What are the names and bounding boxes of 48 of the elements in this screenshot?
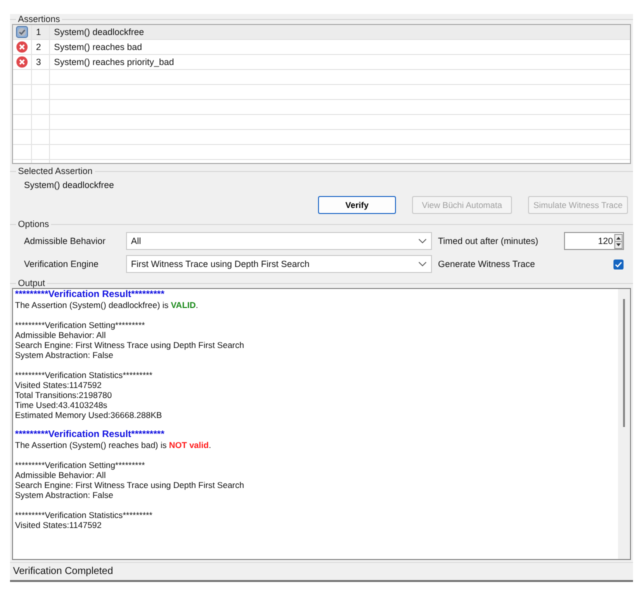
output-line: Search Engine: First Witness Trace using Depth First Search (15, 340, 246, 350)
output-line: *********Verification Setting********* (15, 320, 146, 330)
table-cell: 3 (32, 55, 50, 69)
output-heading: *********Verification Result********* (15, 290, 166, 300)
group-title: Options (17, 219, 50, 229)
behavior-dropdown[interactable]: All (126, 232, 432, 250)
group-title: Assertions (17, 14, 62, 24)
field-label: Generate Witness Trace (438, 259, 536, 269)
scrollbar-thumb[interactable] (623, 299, 625, 427)
action-button[interactable]: Verify (318, 196, 396, 214)
output-line: *********Verification Statistics********* (15, 510, 154, 520)
selected-assertion-text: System() deadlockfree (23, 179, 116, 192)
assertion-row[interactable]: 1 System() deadlockfree (13, 25, 630, 40)
output-line: System Abstraction: False (15, 350, 114, 360)
output-line: Estimated Memory Used:36668.288KB (15, 410, 163, 420)
output-line: The Assertion (System() deadlockfree) is VALID. (15, 300, 200, 310)
engine-dropdown[interactable]: First Witness Trace using Depth First Search (126, 255, 432, 273)
group-title: Output (17, 278, 46, 288)
assertion-row[interactable]: 3 System() reaches priority_bad (13, 55, 630, 70)
table-cell-text: System() reaches bad (53, 41, 144, 54)
table-cell-text: System() deadlockfree (53, 26, 146, 39)
output-line: Visited States:1147592 (15, 380, 103, 390)
field-label: Verification Engine (24, 259, 100, 269)
group-title: Selected Assertion (17, 166, 94, 176)
checkbox[interactable] (613, 258, 624, 270)
table-cell: 2 (32, 40, 50, 54)
output-line: Admissible Behavior: All (15, 470, 107, 480)
output-line: The Assertion (System() reaches bad) is NOT valid. (15, 440, 212, 450)
field-label: Admissible Behavior (24, 236, 107, 246)
output-line: Visited States:1147592 (15, 520, 103, 530)
spinner-arrows-icon (614, 234, 623, 248)
chevron-down-icon (418, 261, 427, 267)
assertion-row[interactable]: 2 System() reaches bad (13, 40, 630, 55)
output-line: *********Verification Statistics********* (15, 370, 154, 380)
status-text: Verification Completed (13, 566, 114, 577)
timeout-spinbox[interactable]: 120 (564, 232, 624, 250)
output-line: System Abstraction: False (15, 490, 114, 500)
output-line: Total Transitions:2198780 (15, 390, 113, 400)
scrollbar[interactable] (618, 289, 630, 559)
table-cell: 1 (32, 25, 50, 39)
field-label: Timed out after (minutes) (438, 236, 540, 246)
chevron-down-icon (418, 238, 427, 244)
output-line: *********Verification Setting********* (15, 460, 146, 470)
table-cell-text: System() reaches priority_bad (53, 56, 176, 69)
output-heading: *********Verification Result********* (15, 430, 166, 440)
output-line: Search Engine: First Witness Trace using Depth First Search (15, 480, 246, 490)
output-line: Admissible Behavior: All (15, 330, 107, 340)
output-line: Time Used:43.4103248s (15, 400, 108, 410)
